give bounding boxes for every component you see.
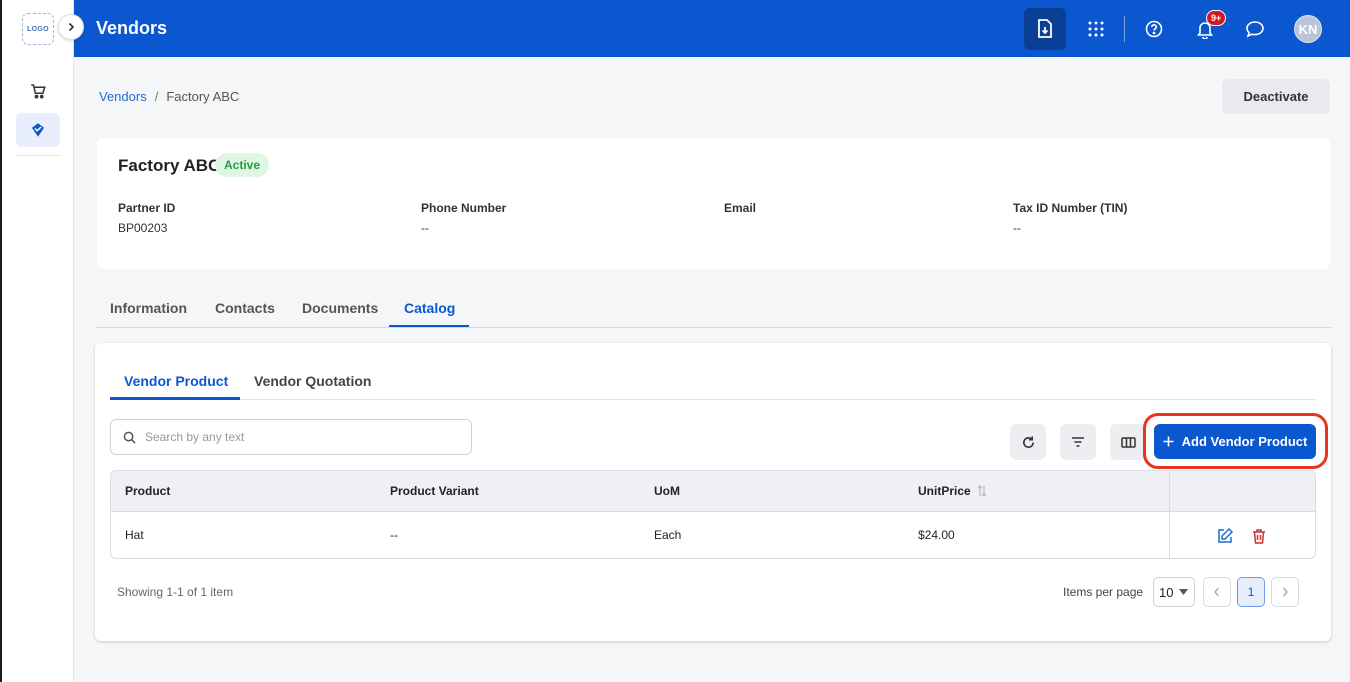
window-edge: [0, 0, 2, 682]
status-badge: Active: [215, 153, 270, 177]
active-tab-indicator: [389, 325, 469, 327]
sidebar: LOGO: [2, 0, 74, 682]
breadcrumb-separator: /: [154, 89, 159, 104]
field-value: BP00203: [118, 221, 168, 235]
catalog-sub-tabs: Vendor Product Vendor Quotation: [110, 363, 1316, 400]
column-header-label: UnitPrice: [918, 484, 971, 498]
chevron-left-icon: [1214, 587, 1220, 597]
filter-icon: [1072, 437, 1084, 447]
plus-icon: [1163, 436, 1174, 447]
vendor-summary-card: Factory ABC Active Partner ID BP00203 Ph…: [97, 138, 1330, 269]
sidebar-divider: [16, 155, 60, 156]
field-email: Email: [724, 201, 756, 221]
table-header: Product Product Variant UoM UnitPrice: [111, 471, 1315, 512]
vendor-tag-icon: [32, 123, 44, 137]
search-input[interactable]: [145, 430, 445, 444]
field-label: Email: [724, 201, 757, 215]
next-page-button[interactable]: [1271, 577, 1299, 607]
columns-button[interactable]: [1110, 424, 1146, 460]
caret-down-icon: [1179, 589, 1188, 595]
cell-product-variant: --: [390, 528, 398, 542]
download-button[interactable]: [1024, 8, 1066, 50]
app-logo[interactable]: LOGO: [22, 13, 54, 45]
column-header-uom: UoM: [654, 484, 680, 498]
user-avatar[interactable]: KN: [1294, 15, 1322, 43]
items-per-page-value: 10: [1159, 584, 1174, 600]
table-row[interactable]: Hat -- Each $24.00: [111, 512, 1315, 558]
delete-button[interactable]: [1249, 526, 1269, 546]
add-vendor-product-button[interactable]: Add Vendor Product: [1154, 424, 1316, 459]
edit-icon: [1218, 527, 1234, 543]
apps-grid-icon: [1088, 21, 1104, 37]
help-icon: [1145, 20, 1163, 38]
download-icon: [1038, 19, 1052, 38]
active-subtab-indicator: [110, 397, 240, 400]
breadcrumb: Vendors / Factory ABC: [99, 89, 239, 104]
breadcrumb-vendors-link[interactable]: Vendors: [99, 89, 147, 104]
help-button[interactable]: [1133, 8, 1175, 50]
refresh-icon: [1022, 435, 1034, 448]
sidebar-toggle-button[interactable]: [58, 14, 84, 40]
field-value: --: [421, 221, 429, 235]
page-number-button[interactable]: 1: [1237, 577, 1265, 607]
deactivate-button[interactable]: Deactivate: [1222, 79, 1330, 114]
header-divider: [1124, 16, 1125, 42]
vendor-name: Factory ABC: [118, 156, 221, 175]
top-bar: Vendors 9+ KN: [74, 0, 1350, 57]
chat-button[interactable]: [1234, 8, 1276, 50]
cell-product: Hat: [125, 528, 144, 542]
columns-icon: [1120, 436, 1136, 448]
tab-documents[interactable]: Documents: [302, 300, 378, 316]
logo-text: LOGO: [27, 25, 49, 33]
field-label: Tax ID Number (TIN): [1013, 201, 1128, 215]
tab-catalog[interactable]: Catalog: [404, 300, 455, 316]
cart-icon: [31, 84, 46, 99]
tab-vendor-product[interactable]: Vendor Product: [124, 373, 228, 389]
chevron-right-icon: [1282, 587, 1288, 597]
tab-information[interactable]: Information: [110, 300, 187, 316]
column-header-product: Product: [125, 484, 171, 498]
field-label: Phone Number: [421, 201, 507, 215]
sidebar-item-vendors[interactable]: [16, 113, 60, 147]
field-phone-number: Phone Number --: [421, 201, 506, 235]
field-label: Partner ID: [118, 201, 176, 215]
sort-icon: [977, 485, 987, 497]
apps-button[interactable]: [1075, 8, 1117, 50]
tab-vendor-quotation[interactable]: Vendor Quotation: [254, 373, 371, 389]
sidebar-item-orders[interactable]: [16, 74, 60, 108]
previous-page-button[interactable]: [1203, 577, 1231, 607]
page-title: Vendors: [96, 18, 168, 38]
refresh-button[interactable]: [1010, 424, 1046, 460]
items-per-page-select[interactable]: 10: [1153, 577, 1195, 607]
add-button-label: Add Vendor Product: [1181, 434, 1308, 449]
cell-unit-price: $24.00: [918, 528, 955, 542]
breadcrumb-current: Factory ABC: [166, 89, 240, 104]
column-header-product-variant: Product Variant: [390, 484, 479, 498]
items-per-page-label: Items per page: [1063, 585, 1144, 599]
filter-button[interactable]: [1060, 424, 1096, 460]
notification-badge: 9+: [1206, 10, 1227, 26]
trash-icon: [1253, 528, 1265, 544]
tab-contacts[interactable]: Contacts: [215, 300, 275, 316]
search-icon: [123, 431, 136, 444]
cell-uom: Each: [654, 528, 682, 542]
column-header-unit-price[interactable]: UnitPrice: [918, 484, 987, 498]
chevron-right-icon: [68, 22, 75, 32]
results-count: Showing 1-1 of 1 item: [117, 585, 234, 599]
field-tax-id: Tax ID Number (TIN) --: [1013, 201, 1127, 235]
field-partner-id: Partner ID BP00203: [118, 201, 175, 235]
main-tabs: Information Contacts Documents Catalog: [96, 290, 1331, 328]
chat-icon: [1246, 21, 1264, 38]
field-value: --: [1013, 221, 1021, 235]
search-field[interactable]: [110, 419, 472, 455]
vendor-product-table: Product Product Variant UoM UnitPrice Ha…: [110, 470, 1316, 559]
catalog-card: Vendor Product Vendor Quotation Add Vend…: [95, 343, 1331, 641]
edit-button[interactable]: [1215, 526, 1235, 546]
actions-column-divider: [1169, 471, 1170, 558]
